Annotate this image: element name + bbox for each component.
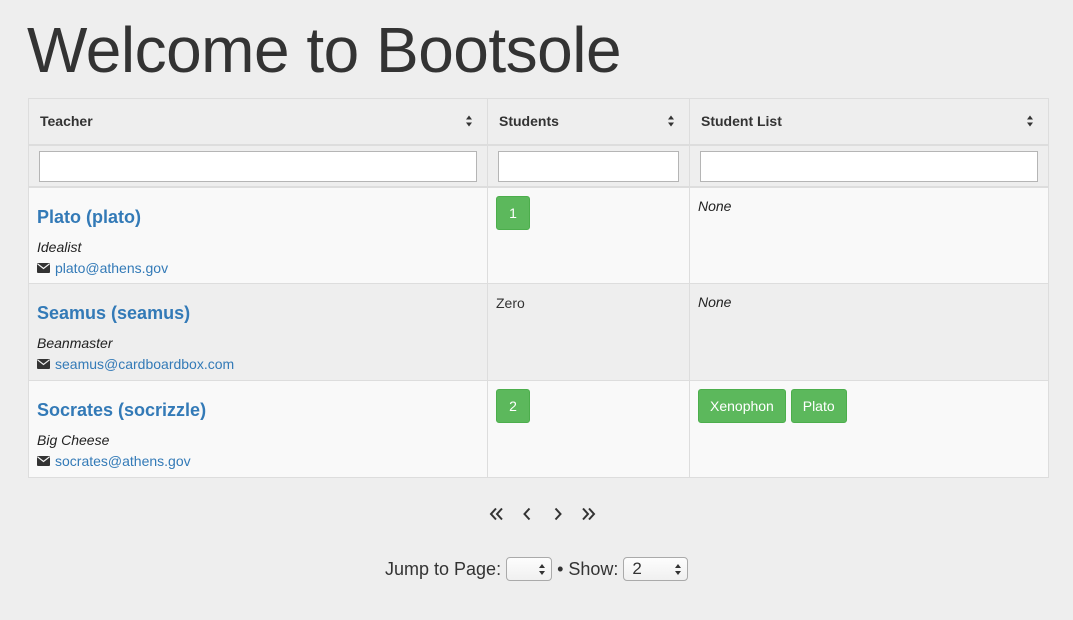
student-button-plato[interactable]: Plato [790, 389, 847, 423]
teacher-title: Idealist [37, 238, 82, 255]
select-arrows-icon [675, 564, 682, 575]
column-header-students[interactable]: Students [487, 98, 690, 146]
sort-icon[interactable] [466, 115, 473, 127]
select-arrows-icon [539, 564, 546, 575]
student-count-button[interactable]: 1 [496, 195, 530, 230]
filter-input-teacher[interactable] [39, 150, 477, 182]
sort-icon[interactable] [668, 115, 675, 127]
teacher-email-link[interactable]: socrates@athens.gov [55, 452, 191, 470]
student-list-empty: None [698, 197, 732, 214]
page-size-controls: Jump to Page: • Show: 2 [385, 557, 689, 581]
teacher-title: Big Cheese [37, 432, 110, 448]
jump-to-page-select[interactable] [506, 557, 553, 581]
teacher-name-link[interactable]: Seamus (seamus) [37, 302, 479, 324]
envelope-icon [37, 456, 50, 466]
column-header-label: Student List [701, 113, 782, 130]
double-chevron-right-icon [581, 507, 595, 521]
jump-to-page-label: Jump to Page: [385, 558, 502, 579]
chevron-right-icon [554, 507, 562, 521]
column-header-label: Students [499, 113, 559, 130]
double-chevron-left-icon [489, 507, 503, 521]
table-row: Plato (plato) Idealist plato@athens.gov … [28, 186, 1049, 284]
filter-input-students[interactable] [498, 150, 679, 182]
student-list-empty: None [698, 294, 732, 310]
teacher-email-link[interactable]: plato@athens.gov [55, 259, 168, 277]
filter-input-student-list[interactable] [700, 150, 1038, 182]
table-row: Seamus (seamus) Beanmaster seamus@cardbo… [28, 283, 1049, 381]
show-label: Show: [568, 558, 619, 579]
next-page-button[interactable] [542, 502, 573, 526]
previous-page-button[interactable] [511, 502, 542, 526]
column-header-student-list[interactable]: Student List [689, 98, 1049, 146]
teacher-name-link[interactable]: Socrates (socrizzle) [37, 399, 479, 421]
envelope-icon [37, 359, 50, 369]
last-page-button[interactable] [573, 502, 604, 526]
teacher-name-link[interactable]: Plato (plato) [37, 206, 479, 228]
student-count-button[interactable]: 2 [496, 389, 530, 423]
table-header-row: Teacher Students Student List [28, 98, 1049, 146]
sort-icon[interactable] [1027, 115, 1034, 127]
page-size-select[interactable]: 2 [623, 557, 689, 581]
student-button-xenophon[interactable]: Xenophon [698, 389, 786, 423]
first-page-button[interactable] [480, 502, 511, 526]
teacher-email-link[interactable]: seamus@cardboardbox.com [55, 355, 234, 373]
separator-dot: • [557, 558, 564, 579]
chevron-left-icon [522, 507, 530, 521]
column-header-label: Teacher [40, 113, 93, 130]
teachers-table: Teacher Students Student List Plato (pla… [28, 98, 1049, 478]
page-size-value: 2 [632, 559, 642, 578]
filter-row [28, 144, 1049, 188]
pagination-controls [480, 502, 604, 526]
column-header-teacher[interactable]: Teacher [28, 98, 488, 146]
page-title: Welcome to Bootsole [27, 14, 622, 86]
student-count-text: Zero [496, 295, 525, 311]
table-row: Socrates (socrizzle) Big Cheese socrates… [28, 380, 1049, 478]
envelope-icon [37, 262, 50, 273]
teacher-title: Beanmaster [37, 335, 113, 351]
